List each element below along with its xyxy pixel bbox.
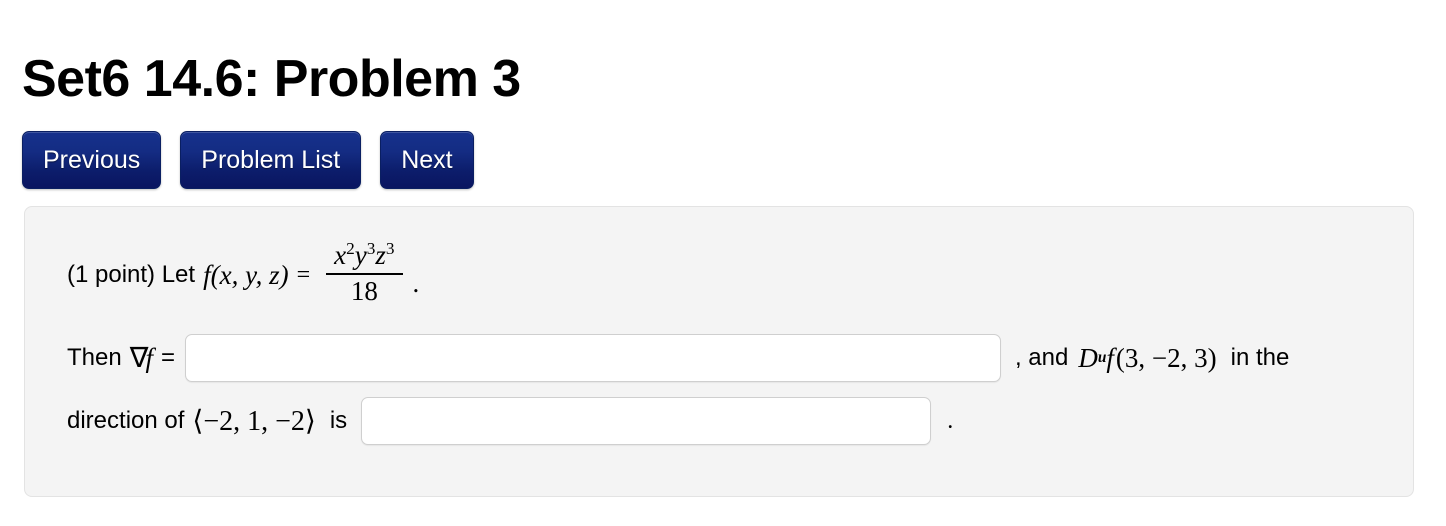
and-label: , and: [1014, 344, 1069, 371]
problem-list-button[interactable]: Problem List: [180, 131, 362, 189]
numerator-x: x: [334, 240, 347, 271]
problem-panel-content: (1 point) Let f (x, y, z) = x2y3z3 18 . …: [45, 207, 1393, 496]
numerator-z-exponent: 3: [385, 239, 395, 259]
points-label: (1 point) Let: [67, 261, 196, 288]
fraction-numerator: x2y3z3: [326, 239, 402, 273]
nabla-function-symbol: f: [145, 342, 153, 373]
direction-period: .: [947, 407, 954, 434]
directional-derivative-answer-input[interactable]: [361, 397, 932, 445]
direction-of-label: direction of: [67, 407, 185, 434]
then-label: Then: [67, 344, 122, 371]
gradient-answer-input[interactable]: [184, 334, 1001, 382]
directional-derivative-function: f: [1106, 342, 1114, 373]
directional-derivative-symbol: D: [1078, 342, 1098, 373]
numerator-x-exponent: 2: [346, 239, 355, 259]
page-title: Set6 14.6: Problem 3: [22, 49, 521, 108]
next-button[interactable]: Next: [380, 131, 474, 189]
function-symbol: f: [203, 259, 211, 290]
statement-period: .: [412, 268, 420, 298]
problem-navigation-bar: Previous Problem List Next: [22, 131, 474, 189]
gradient-question-line: Then ∇ f = , and Du f (3, −2, 3) in the: [67, 330, 1289, 386]
function-arguments: (x, y, z): [210, 259, 289, 290]
fraction: x2y3z3 18: [326, 239, 403, 306]
numerator-z: z: [375, 240, 386, 271]
fraction-denominator: 18: [350, 276, 378, 306]
gradient-equals-sign: =: [160, 344, 175, 371]
numerator-y: y: [354, 240, 367, 271]
is-label: is: [329, 407, 348, 434]
direction-question-line: direction of ⟨−2, 1, −2⟩ is .: [67, 393, 953, 449]
previous-button[interactable]: Previous: [22, 131, 162, 189]
problem-panel: (1 point) Let f (x, y, z) = x2y3z3 18 . …: [24, 206, 1414, 497]
problem-statement-line: (1 point) Let f (x, y, z) = x2y3z3 18 .: [67, 237, 419, 313]
in-the-label: in the: [1230, 344, 1290, 371]
directional-derivative-point: (3, −2, 3): [1115, 342, 1217, 373]
direction-vector: ⟨−2, 1, −2⟩: [192, 406, 316, 437]
equals-sign: =: [296, 261, 311, 288]
